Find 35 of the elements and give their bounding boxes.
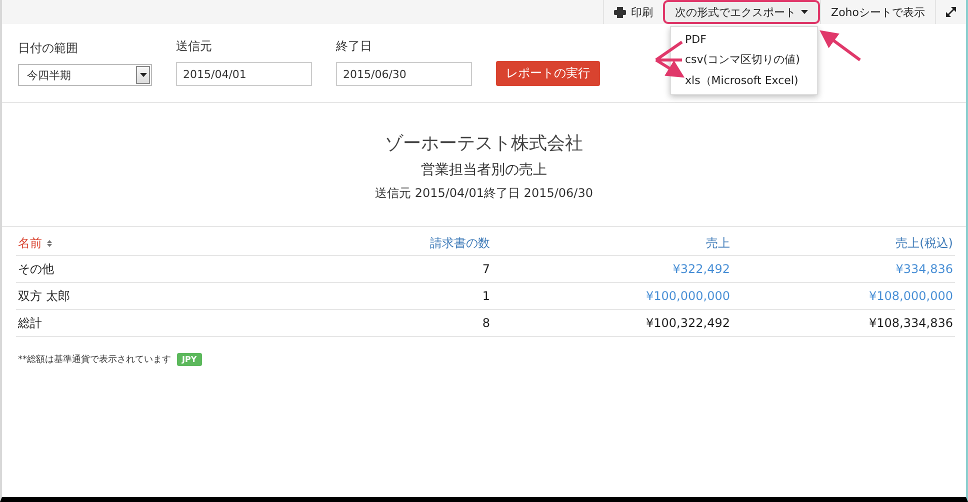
to-date-label: 終了日 <box>336 38 373 55</box>
table-cell: ¥108,334,836 <box>732 310 955 337</box>
date-input-field[interactable]: 2015/06/30 <box>336 62 472 86</box>
from-date-label: 送信元 <box>176 38 213 55</box>
currency-badge: JPY <box>177 353 202 366</box>
column-header[interactable]: 請求書の数 <box>256 227 492 256</box>
column-header[interactable]: 名前 <box>16 227 256 256</box>
company-name: ゾーホーテスト株式会社 <box>385 132 583 155</box>
date-input-field[interactable]: 2015/04/01 <box>176 62 312 86</box>
export-menu-item[interactable]: PDF <box>671 30 817 49</box>
export-dropdown-button[interactable]: 次の形式でエクスポート <box>663 0 820 24</box>
column-header[interactable]: 売上 <box>492 227 732 256</box>
column-header[interactable]: 売上(税込) <box>732 227 955 256</box>
table-cell: 総計 <box>16 310 256 337</box>
currency-note: **総額は基準通貨で表示されています <box>18 354 171 366</box>
date-range-label: 日付の範囲 <box>18 40 79 57</box>
report-title: 営業担当者別の売上 <box>421 161 547 179</box>
table-cell: 7 <box>256 256 492 283</box>
caret-icon <box>140 73 146 77</box>
annotation-arrow <box>820 30 861 62</box>
report-period: 送信元 2015/04/01終了日 2015/06/30 <box>375 185 593 202</box>
export-menu-item[interactable]: csv(コンマ区切りの値) <box>671 49 817 70</box>
table-cell: その他 <box>16 256 256 283</box>
expand-icon <box>946 7 956 17</box>
table-cell: 8 <box>256 310 492 337</box>
table-cell: 1 <box>256 283 492 310</box>
table-cell: ¥100,322,492 <box>492 310 732 337</box>
table-cell: 双方 太郎 <box>16 283 256 310</box>
run-report-button[interactable]: レポートの実行 <box>496 61 600 86</box>
annotation-arrow <box>654 40 685 78</box>
date-range-select[interactable]: 今四半期 <box>18 64 152 86</box>
open-in-sheet-button[interactable]: Zohoシートで表示 <box>820 0 935 24</box>
sort-icon <box>47 240 52 246</box>
caret-icon <box>801 10 808 14</box>
export-menu-item[interactable]: xls（Microsoft Excel) <box>671 70 817 91</box>
